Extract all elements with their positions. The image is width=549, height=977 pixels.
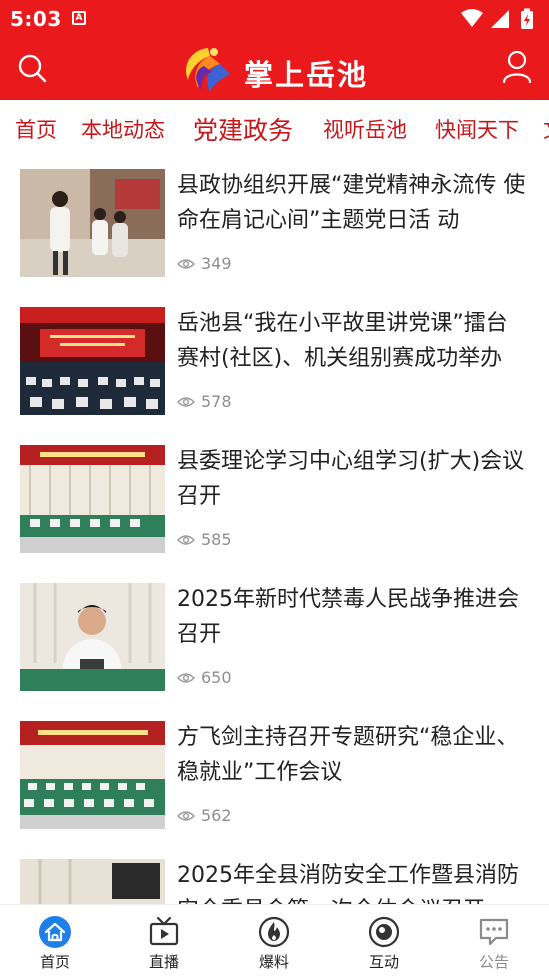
news-item[interactable]: 岳池县“我在小平故里讲党课”擂台赛村(社区)、机关组别赛成功举办 578 [0, 294, 549, 432]
view-count-value: 349 [201, 254, 232, 273]
tab-audio-video[interactable]: 视听岳池 [323, 114, 407, 144]
tv-icon [149, 916, 179, 946]
a-icon: A [72, 11, 86, 25]
eye-icon [177, 258, 195, 269]
wifi-icon [461, 9, 483, 27]
nav-home[interactable]: 首页 [15, 905, 95, 977]
search-icon[interactable] [16, 52, 48, 84]
news-thumbnail [20, 859, 165, 904]
app-title: 掌上岳池 [244, 58, 369, 92]
nav-notice[interactable]: 公告 [454, 905, 534, 977]
nav-label: 爆料 [258, 953, 289, 971]
tab-local-news[interactable]: 本地动态 [81, 114, 165, 144]
eye-icon [177, 396, 195, 407]
view-count-value: 562 [201, 806, 232, 825]
news-title[interactable]: 2025年新时代禁毒人民战争推进会召开 [177, 582, 527, 652]
news-title[interactable]: 县委理论学习中心组学习(扩大)会议召开 [177, 444, 527, 514]
news-item[interactable]: 县委理论学习中心组学习(扩大)会议召开 585 [0, 432, 549, 570]
status-bar: 5:03 A [0, 0, 549, 38]
nav-interact[interactable]: 互动 [344, 905, 424, 977]
fire-icon [258, 916, 290, 948]
news-thumbnail [20, 307, 165, 415]
news-title[interactable]: 方飞剑主持召开专题研究“稳企业、稳就业”工作会议 [177, 720, 527, 790]
news-item[interactable]: 2025年新时代禁毒人民战争推进会召开 650 [0, 570, 549, 708]
news-title[interactable]: 岳池县“我在小平故里讲党课”擂台赛村(社区)、机关组别赛成功举办 [177, 306, 527, 376]
system-status-icons [461, 8, 533, 29]
news-thumbnail [20, 583, 165, 691]
tab-world-news[interactable]: 快闻天下 [435, 114, 519, 144]
news-item[interactable]: 县政协组织开展“建党精神永流传 使命在肩记心间”主题党日活 动 349 [0, 156, 549, 294]
signal-icon [491, 10, 509, 28]
view-count-value: 650 [201, 668, 232, 687]
nav-label: 首页 [39, 953, 70, 971]
view-count-value: 578 [201, 392, 232, 411]
news-thumbnail [20, 169, 165, 277]
eye-icon [177, 672, 195, 683]
news-feed[interactable]: 县政协组织开展“建党精神永流传 使命在肩记心间”主题党日活 动 349 岳池县“… [0, 156, 549, 904]
view-count: 578 [177, 392, 232, 411]
tab-more[interactable]: 文 [543, 114, 549, 144]
nav-label: 公告 [478, 953, 509, 971]
view-count: 585 [177, 530, 232, 549]
brand: 掌上岳池 [180, 42, 380, 96]
user-icon[interactable] [501, 50, 533, 84]
tab-party-affairs[interactable]: 党建政务 [193, 111, 293, 147]
eye-icon [177, 534, 195, 545]
view-count: 562 [177, 806, 232, 825]
interact-icon [368, 916, 400, 948]
news-title[interactable]: 县政协组织开展“建党精神永流传 使命在肩记心间”主题党日活 动 [177, 168, 527, 238]
home-icon [39, 916, 71, 948]
news-item[interactable]: 2025年全县消防安全工作暨县消防安全委员会第一次全体会议召开 [0, 846, 549, 904]
status-time: 5:03 [10, 7, 62, 31]
news-thumbnail [20, 721, 165, 829]
news-thumbnail [20, 445, 165, 553]
nav-live[interactable]: 直播 [124, 905, 204, 977]
view-count: 650 [177, 668, 232, 687]
view-count-value: 585 [201, 530, 232, 549]
nav-tipoff[interactable]: 爆料 [234, 905, 314, 977]
news-title[interactable]: 2025年全县消防安全工作暨县消防安全委员会第一次全体会议召开 [177, 858, 527, 904]
app-header: 掌上岳池 [0, 38, 549, 100]
tab-home[interactable]: 首页 [15, 114, 57, 144]
nav-label: 直播 [148, 953, 179, 971]
eye-icon [177, 810, 195, 821]
app-logo-icon [186, 48, 230, 92]
view-count: 349 [177, 254, 232, 273]
category-tabs: 首页 本地动态 党建政务 视听岳池 快闻天下 文 [0, 100, 549, 156]
notice-icon [479, 918, 509, 946]
nav-label: 互动 [368, 953, 399, 971]
news-item[interactable]: 方飞剑主持召开专题研究“稳企业、稳就业”工作会议 562 [0, 708, 549, 846]
bottom-navigation: 首页 直播 爆料 互动 公告 [0, 904, 549, 977]
